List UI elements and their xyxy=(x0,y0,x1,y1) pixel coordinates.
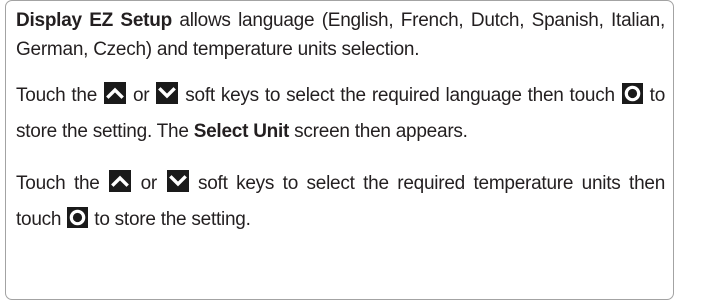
text-segment: Touch the xyxy=(16,85,104,106)
display-ez-setup-title: Display EZ Setup xyxy=(16,10,172,31)
text-segment: Touch the xyxy=(16,173,109,194)
circle-ok-icon xyxy=(621,83,643,104)
info-panel: Display EZ Setup allows language (Englis… xyxy=(5,0,674,300)
chevron-up-icon xyxy=(109,170,132,192)
circle-ok-icon xyxy=(67,207,89,228)
text-segment: soft keys to select the required languag… xyxy=(179,85,621,106)
paragraph-language: Touch the or soft keys to select the req… xyxy=(16,78,665,150)
chevron-up-icon xyxy=(104,82,127,104)
text-segment: to store the setting. xyxy=(89,209,251,230)
text-segment: or xyxy=(127,85,156,106)
chevron-down-icon xyxy=(166,170,189,192)
chevron-down-icon xyxy=(156,82,179,104)
paragraph-intro: Display EZ Setup allows language (Englis… xyxy=(16,6,665,64)
text-segment: screen then appears. xyxy=(289,121,468,142)
select-unit-label: Select Unit xyxy=(193,121,290,142)
text-segment: or xyxy=(132,173,166,194)
paragraph-units: Touch the or soft keys to select the req… xyxy=(16,166,665,238)
